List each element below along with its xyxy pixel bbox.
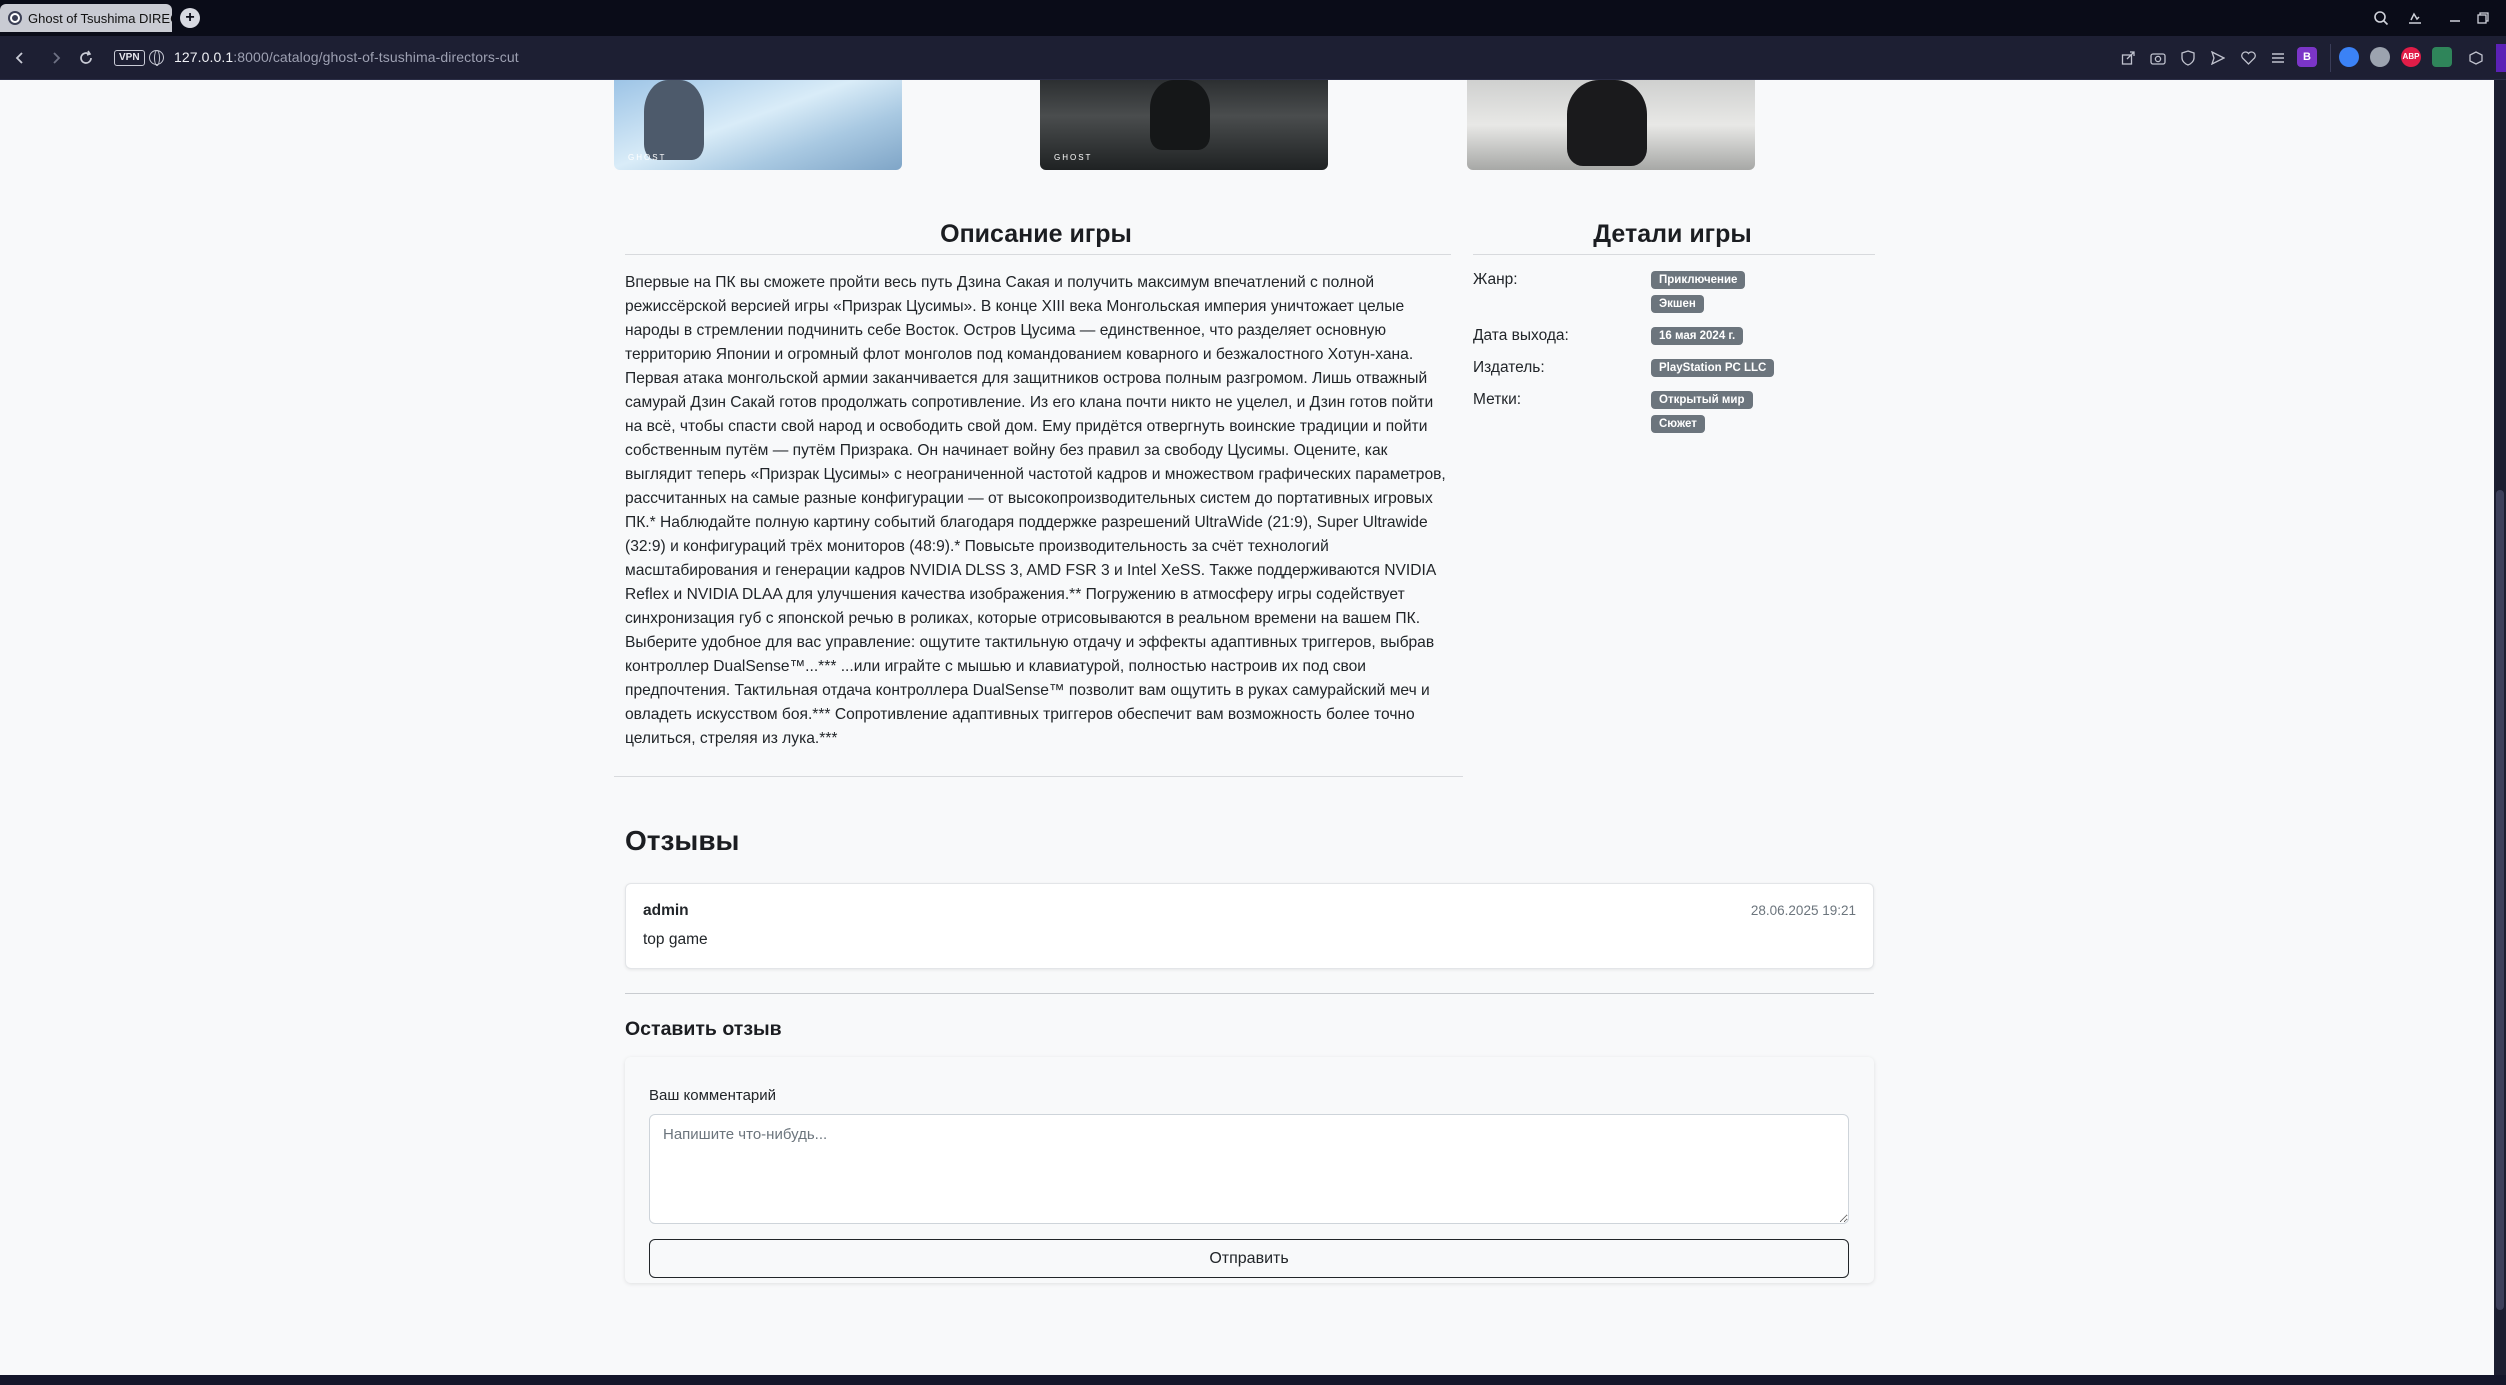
publisher-badges: PlayStation PC LLC [1651,359,1775,377]
restore-icon[interactable] [2468,6,2498,30]
page-scrollbar[interactable] [2494,80,2506,1375]
url-path: :8000/catalog/ghost-of-tsushima-director… [233,49,519,65]
scrollbar-thumb[interactable] [2496,490,2504,1310]
back-icon[interactable] [8,46,32,70]
screenshot-figure [1150,80,1210,150]
genre-badge[interactable]: Экшен [1651,295,1704,313]
divider [1473,254,1875,255]
screenshot-logo: GHOST [1054,153,1093,162]
review-text: top game [643,931,708,948]
reviews-heading: Отзывы [625,825,740,856]
address-bar[interactable]: 127.0.0.1:8000/catalog/ghost-of-tsushima… [174,49,519,65]
search-tabs-icon[interactable] [2366,6,2396,30]
screenshot-figure [644,80,704,160]
submit-review-button[interactable]: Отправить [649,1239,1849,1278]
profile-avatar[interactable]: B [2297,47,2317,67]
tag-badge[interactable]: Сюжет [1651,415,1705,433]
tags-label: Метки: [1473,391,1522,408]
release-badges: 16 мая 2024 г. [1651,327,1744,345]
review-form: Ваш комментарий Отправить [625,1057,1874,1283]
sidebar-toggle[interactable] [2496,44,2506,72]
screenshot-thumbnail[interactable]: GHOST [1040,80,1328,170]
screenshot-logo: GHOST [628,153,667,162]
publisher-label: Издатель: [1473,359,1545,376]
browser-toolbar: VPN 127.0.0.1:8000/catalog/ghost-of-tsus… [0,36,2506,80]
send-icon[interactable] [2208,48,2228,68]
window-bottom-edge [0,1375,2506,1385]
extension-gray-icon[interactable] [2370,47,2390,67]
forward-icon[interactable] [44,46,68,70]
screenshot-figure [1567,80,1647,166]
tab-title: Ghost of Tsushima DIRECT [28,10,172,26]
site-favicon-icon [8,11,22,25]
comment-textarea[interactable] [649,1114,1849,1224]
browser-tab-active[interactable]: Ghost of Tsushima DIRECT [0,4,172,32]
tab-bar: Ghost of Tsushima DIRECT + [0,0,2506,36]
toolbar-divider [2330,44,2331,72]
site-info-icon[interactable] [149,50,164,66]
publisher-badge[interactable]: PlayStation PC LLC [1651,359,1775,377]
description-heading: Описание игры [940,220,1132,248]
review-date: 28.06.2025 19:21 [1750,903,1856,918]
screenshot-thumbnail[interactable]: GHOST [614,80,902,170]
adblock-icon[interactable]: ABP [2401,47,2421,67]
extension-blue-icon[interactable] [2339,47,2359,67]
divider [625,254,1451,255]
minimize-icon[interactable] [2440,6,2470,30]
screenshot-thumbnail[interactable] [1467,80,1755,170]
comment-label: Ваш комментарий [649,1087,777,1104]
extensions-icon[interactable] [2466,48,2486,68]
release-date-badge: 16 мая 2024 г. [1651,327,1744,345]
tag-badges: Открытый мир Сюжет [1651,391,1753,433]
genre-badge[interactable]: Приключение [1651,271,1746,289]
url-host: 127.0.0.1 [174,49,234,65]
review-author: admin [643,902,689,919]
menu-list-icon[interactable] [2268,48,2288,68]
leave-review-heading: Оставить отзыв [625,1018,782,1040]
genre-label: Жанр: [1473,271,1518,288]
details-heading: Детали игры [1593,220,1752,248]
release-label: Дата выхода: [1473,327,1569,344]
review-card: admin 28.06.2025 19:21 top game [625,883,1874,969]
tag-badge[interactable]: Открытый мир [1651,391,1753,409]
reload-icon[interactable] [74,46,98,70]
extension-green-icon[interactable] [2432,47,2452,67]
camera-icon[interactable] [2148,48,2168,68]
divider [614,776,1463,777]
description-text: Впервые на ПК вы сможете пройти весь пут… [625,274,1446,747]
page-viewport: GHOST GHOST Описание игры Детали игры Вп… [0,80,2494,1375]
new-tab-button[interactable]: + [180,8,200,28]
snapshot-icon[interactable] [2400,6,2430,30]
heart-icon[interactable] [2238,48,2258,68]
genre-badges: Приключение Экшен [1651,271,1746,313]
share-icon[interactable] [2118,48,2138,68]
vpn-badge[interactable]: VPN [114,50,145,66]
divider [625,993,1874,994]
shield-icon[interactable] [2178,48,2198,68]
